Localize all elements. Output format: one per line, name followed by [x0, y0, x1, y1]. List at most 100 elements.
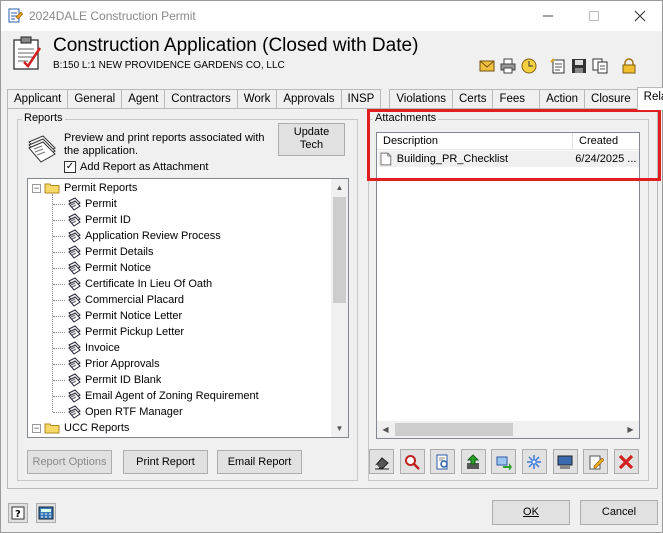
tab-insp[interactable]: INSP [340, 89, 382, 109]
upload-button[interactable] [460, 449, 486, 474]
print-report-button[interactable]: Print Report [123, 450, 208, 474]
report-icon [68, 341, 81, 355]
tab-action[interactable]: Action [539, 89, 586, 109]
ok-button[interactable]: OK [492, 500, 570, 525]
tab-contractors[interactable]: Contractors [164, 89, 238, 109]
tab-related[interactable]: Related [636, 87, 663, 110]
tree-report-item[interactable]: Open RTF Manager [67, 404, 183, 420]
app-icon [8, 8, 23, 23]
update-tech-button[interactable]: Update Tech [278, 123, 345, 156]
clock-button[interactable] [520, 57, 538, 75]
view-document-button[interactable] [430, 449, 456, 474]
tree-report-item[interactable]: Permit [67, 196, 117, 212]
add-report-attachment-checkbox[interactable]: ✓ [64, 161, 76, 173]
scroll-right-arrow[interactable]: ▶ [622, 421, 639, 438]
tree-report-label: Open RTF Manager [85, 406, 183, 418]
attachments-list[interactable]: Description Created Building_PR_Checklis… [376, 132, 640, 439]
tree-report-item[interactable]: Permit Details [67, 244, 153, 260]
reports-tree-content: − Permit Reports Permit Permit ID Applicatio… [28, 179, 332, 437]
tree-folder[interactable]: − UCC Reports [32, 420, 129, 436]
tree-report-item[interactable]: Permit Pickup Letter [67, 324, 184, 340]
monitor-button[interactable] [552, 449, 578, 474]
tree-report-label: Permit ID Blank [85, 374, 162, 386]
notes-button[interactable] [549, 57, 567, 75]
hscroll-thumb[interactable] [395, 423, 513, 436]
ok-label: OK [523, 506, 539, 518]
tab-fees[interactable]: Fees [492, 89, 541, 109]
tree-expander[interactable]: − [32, 423, 41, 433]
tree-report-item[interactable]: Prior Approvals [67, 356, 160, 372]
report-icon [68, 405, 81, 419]
tab-approvals[interactable]: Approvals [276, 89, 342, 109]
delete-button[interactable] [613, 449, 639, 474]
email-report-button[interactable]: Email Report [217, 450, 302, 474]
tree-connector [53, 412, 65, 413]
maximize-button[interactable] [571, 1, 617, 31]
tab-certs[interactable]: Certs [452, 89, 494, 109]
edit-button[interactable] [583, 449, 609, 474]
tree-report-item[interactable]: Permit Notice Letter [67, 308, 182, 324]
tab-agent[interactable]: Agent [121, 89, 166, 109]
footer-left-tools: ? [8, 503, 64, 523]
tree-report-item[interactable]: Permit ID [67, 212, 131, 228]
file-icon [380, 152, 392, 166]
attachment-row[interactable]: Building_PR_Checklist 6/24/2025 ... [378, 151, 639, 167]
copy-icon [592, 58, 608, 74]
print-button[interactable] [499, 57, 517, 75]
calculator-icon [38, 506, 54, 520]
report-options-button[interactable]: Report Options [27, 450, 112, 474]
tab-applicant[interactable]: Applicant [7, 89, 69, 109]
eraser-icon [374, 456, 389, 469]
tree-report-item[interactable]: Invoice [67, 340, 120, 356]
transfer-icon [496, 456, 512, 470]
scan-button[interactable] [521, 449, 547, 474]
tree-vertical-scrollbar[interactable]: ▲ ▼ [331, 179, 348, 437]
tree-connector [53, 380, 65, 381]
tab-work[interactable]: Work [236, 89, 278, 109]
tree-report-label: Prior Approvals [85, 358, 160, 370]
tab-violations[interactable]: Violations [389, 89, 453, 109]
close-button[interactable] [617, 1, 663, 31]
tab-general[interactable]: General [67, 89, 123, 109]
minimize-icon [543, 15, 553, 17]
transfer-button[interactable] [491, 449, 517, 474]
tree-connector [53, 268, 65, 269]
add-report-attachment-row[interactable]: ✓ Add Report as Attachment [64, 161, 208, 173]
tree-report-item[interactable]: Certificate In Lieu Of Oath [67, 276, 212, 292]
clear-button[interactable] [369, 449, 394, 474]
tree-report-label: Certificate In Lieu Of Oath [85, 278, 213, 290]
reports-tree[interactable]: − Permit Reports Permit Permit ID Applicatio… [27, 178, 349, 438]
column-description[interactable]: Description [377, 133, 573, 150]
attachment-created: 6/24/2025 ... [575, 153, 637, 165]
printer-icon [500, 58, 516, 74]
column-created[interactable]: Created [573, 133, 639, 150]
tree-report-item[interactable]: Permit Notice [67, 260, 151, 276]
scroll-down-arrow[interactable]: ▼ [331, 420, 348, 437]
help-button[interactable]: ? [8, 503, 28, 523]
tab-closure[interactable]: Closure [584, 89, 638, 109]
scroll-up-arrow[interactable]: ▲ [331, 179, 348, 196]
tree-report-item[interactable]: Application Review Process [67, 228, 221, 244]
minimize-button[interactable] [525, 1, 571, 31]
attachments-group-label: Attachments [373, 112, 439, 124]
tree-folder[interactable]: − Permit Reports [32, 180, 137, 196]
tree-report-item[interactable]: Commercial Placard [67, 292, 184, 308]
save-button[interactable] [570, 57, 588, 75]
svg-text:?: ? [15, 509, 21, 520]
lock-button[interactable] [620, 57, 638, 75]
calculator-button[interactable] [36, 503, 56, 523]
magnifier-icon [405, 454, 420, 470]
cancel-button[interactable]: Cancel [580, 500, 658, 525]
tree-report-item[interactable]: Permit ID Blank [67, 372, 161, 388]
tree-expander[interactable]: − [32, 183, 41, 193]
search-button[interactable] [399, 449, 425, 474]
scroll-thumb[interactable] [333, 197, 346, 303]
scroll-left-arrow[interactable]: ◀ [377, 421, 394, 438]
title-bar: 2024DALE Construction Permit [1, 1, 662, 31]
attachments-horizontal-scrollbar[interactable]: ◀ ▶ [377, 421, 639, 438]
report-icon [68, 293, 81, 307]
copy-button[interactable] [591, 57, 609, 75]
mail-button[interactable] [478, 57, 496, 75]
report-icon [68, 357, 81, 371]
tree-report-item[interactable]: Email Agent of Zoning Requirement [67, 388, 259, 404]
